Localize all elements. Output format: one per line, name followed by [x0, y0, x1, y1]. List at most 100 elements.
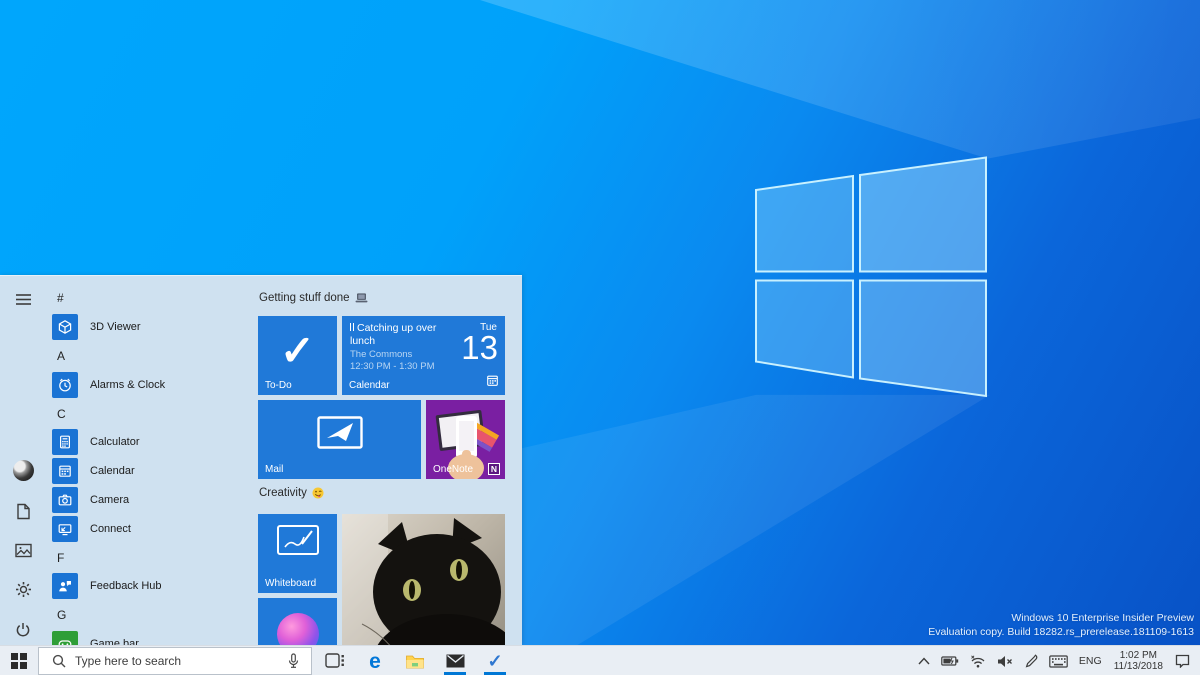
action-center-button[interactable]: [1170, 646, 1195, 675]
cat-photo: [342, 514, 505, 645]
feedback-hub-icon: [52, 573, 78, 600]
documents-button[interactable]: [12, 500, 34, 522]
game-bar-icon: [52, 630, 78, 645]
system-tray: ENG 1:02 PM 11/13/2018: [913, 646, 1200, 675]
touch-keyboard-icon[interactable]: [1044, 646, 1073, 675]
clock[interactable]: 1:02 PM 11/13/2018: [1108, 650, 1169, 672]
tray-time: 1:02 PM: [1119, 650, 1157, 661]
tile-label: Whiteboard: [265, 578, 317, 589]
watermark-line2: Evaluation copy. Build 18282.rs_prerelea…: [928, 626, 1194, 638]
to-do-check-icon: ✓: [279, 327, 316, 374]
tile-group-header-getting-stuff-done[interactable]: Getting stuff done: [259, 290, 368, 306]
app-list-item-alarms-clock[interactable]: Alarms & Clock: [46, 370, 258, 399]
section-letter: A: [57, 348, 66, 363]
settings-button[interactable]: [12, 578, 34, 600]
mail-button[interactable]: [435, 646, 475, 675]
task-view-button[interactable]: [315, 646, 355, 675]
start-app-list: #3D Viewer A Alarms & Clock C Calculator Cale…: [46, 276, 258, 645]
tile-paint-3d[interactable]: [258, 598, 337, 645]
insider-watermark: Windows 10 Enterprise Insider Preview Ev…: [928, 611, 1194, 639]
taskbar-pinned-icons: e ✓: [315, 646, 515, 675]
pictures-button[interactable]: [12, 539, 34, 561]
tile-area: Getting stuff done ✓ To-Do Catching up o…: [258, 276, 522, 645]
app-label: Feedback Hub: [90, 580, 162, 593]
app-label: Connect: [90, 522, 131, 535]
tile-label: To-Do: [265, 380, 292, 391]
calendar-icon: [52, 458, 78, 485]
start-button[interactable]: [0, 646, 38, 675]
desktop: Windows 10 Enterprise Insider Preview Ev…: [0, 0, 1200, 675]
section-letter: #: [57, 291, 64, 306]
tile-label: Mail: [265, 464, 284, 475]
watermark-line1: Windows 10 Enterprise Insider Preview: [1011, 612, 1194, 624]
microphone-icon[interactable]: [287, 653, 300, 669]
power-button[interactable]: [12, 619, 34, 641]
user-avatar: [12, 459, 34, 481]
connect-icon: [52, 515, 78, 542]
to-do-icon: ✓: [487, 650, 503, 671]
app-list-item-connect[interactable]: Connect: [46, 514, 258, 543]
volume-muted-icon[interactable]: [992, 646, 1018, 675]
app-list-item-feedback-hub[interactable]: Feedback Hub: [46, 572, 258, 601]
tile-to-do[interactable]: ✓ To-Do: [258, 316, 337, 395]
file-explorer-button[interactable]: [395, 646, 435, 675]
battery-icon[interactable]: [936, 646, 964, 675]
language-indicator[interactable]: ENG: [1074, 646, 1107, 675]
to-do-button[interactable]: ✓: [475, 646, 515, 675]
app-list-section-header[interactable]: G: [46, 601, 258, 630]
app-list-section-header[interactable]: F: [46, 543, 258, 572]
alarms-clock-icon: [52, 371, 78, 398]
tile-label: OneNote: [433, 464, 474, 475]
tile-whiteboard[interactable]: Whiteboard: [258, 514, 337, 593]
edge-icon: e: [369, 649, 381, 673]
tile-group-header-creativity[interactable]: Creativity: [259, 485, 324, 501]
tile-photo-cat[interactable]: [342, 514, 505, 645]
app-list-item-game-bar[interactable]: Game bar: [46, 630, 258, 645]
app-label: Calendar: [90, 465, 135, 478]
smiley-emoji: [312, 487, 324, 499]
wifi-icon[interactable]: [965, 646, 991, 675]
group-title: Getting stuff done: [259, 292, 350, 304]
tray-overflow-chevron[interactable]: [913, 646, 935, 675]
app-list-section-header[interactable]: A: [46, 342, 258, 371]
whiteboard-icon: [277, 525, 319, 555]
onenote-logo: N: [488, 463, 500, 475]
app-list-item-calculator[interactable]: Calculator: [46, 428, 258, 457]
3d-viewer-icon: [52, 314, 78, 341]
app-list-item-3d-viewer[interactable]: 3D Viewer: [46, 313, 258, 342]
app-list-item-camera[interactable]: Camera: [46, 486, 258, 515]
start-menu: #3D Viewer A Alarms & Clock C Calculator Cale…: [0, 275, 522, 645]
app-list-item-calendar[interactable]: Calendar: [46, 457, 258, 486]
app-label: 3D Viewer: [90, 321, 141, 334]
event-status-icon: [350, 323, 354, 331]
calendar-icon: [487, 373, 498, 391]
section-letter: F: [57, 550, 65, 565]
taskbar-search[interactable]: [38, 647, 312, 675]
laptop-emoji: [355, 293, 368, 303]
app-list-section-header[interactable]: C: [46, 399, 258, 428]
tile-calendar[interactable]: Catching up over lunch The Commons 12:30…: [342, 316, 505, 395]
app-label: Alarms & Clock: [90, 378, 166, 391]
app-label: Camera: [90, 493, 130, 506]
app-list-section-header[interactable]: #: [46, 284, 258, 313]
paint-3d-icon: [276, 612, 319, 645]
edge-button[interactable]: e: [355, 646, 395, 675]
pen-icon[interactable]: [1019, 646, 1043, 675]
user-account-button[interactable]: [12, 459, 34, 481]
tile-mail[interactable]: Mail: [258, 400, 421, 479]
calendar-event-title: Catching up over lunch: [350, 322, 437, 347]
calculator-icon: [52, 429, 78, 456]
camera-icon: [52, 486, 78, 513]
expand-menu-button[interactable]: [12, 288, 34, 310]
tile-onenote[interactable]: OneNote N: [426, 400, 505, 479]
app-label: Calculator: [90, 436, 140, 449]
mail-icon: [446, 654, 464, 668]
section-letter: C: [57, 406, 66, 421]
file-explorer-icon: [406, 655, 424, 668]
app-label: Game bar: [90, 637, 139, 645]
calendar-day: 13: [461, 329, 498, 366]
tile-label: Calendar: [349, 380, 390, 391]
group-title: Creativity: [259, 487, 307, 499]
search-input[interactable]: [75, 654, 281, 668]
calendar-event-location: The Commons: [350, 349, 413, 360]
